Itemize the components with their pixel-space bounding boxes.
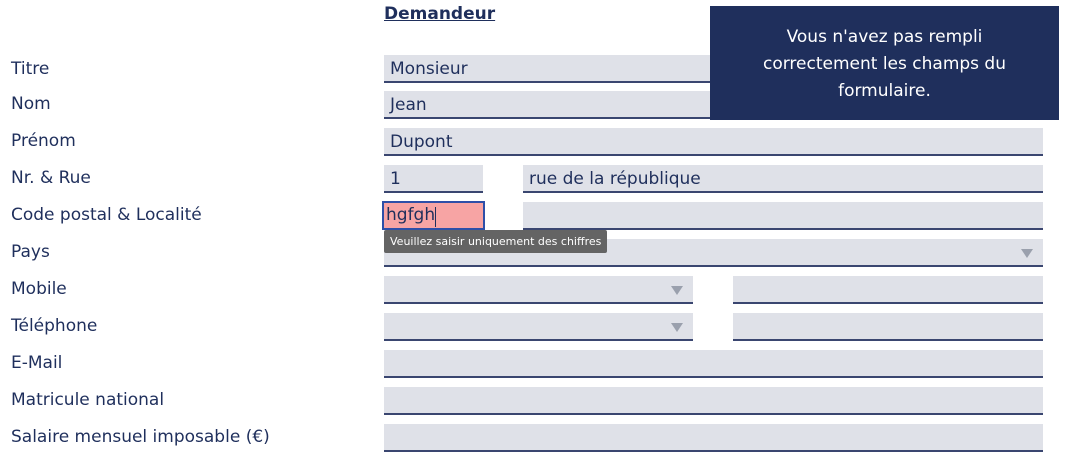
label-prenom: Prénom	[11, 131, 76, 151]
section-title: Demandeur	[384, 4, 496, 24]
label-titre: Titre	[11, 59, 50, 79]
localite-field[interactable]	[523, 202, 1043, 230]
validation-tooltip: Veuillez saisir uniquement des chiffres	[384, 230, 607, 253]
chevron-down-icon	[1021, 249, 1033, 258]
telephone-prefix-select[interactable]	[384, 313, 693, 341]
label-telephone: Téléphone	[11, 316, 98, 336]
rue-field[interactable]: rue de la république	[523, 165, 1043, 193]
mobile-prefix-select[interactable]	[384, 276, 693, 304]
code-postal-field[interactable]: hgfgh	[382, 201, 485, 230]
salaire-field[interactable]	[384, 424, 1043, 452]
label-mobile: Mobile	[11, 279, 67, 299]
label-rue: Nr. & Rue	[11, 168, 91, 188]
code-postal-value: hgfgh	[386, 205, 436, 225]
prenom-field[interactable]: Dupont	[384, 128, 1043, 156]
text-caret	[435, 207, 436, 227]
chevron-down-icon	[671, 323, 683, 332]
mobile-number-field[interactable]	[733, 276, 1043, 304]
label-code-postal: Code postal & Localité	[11, 205, 202, 225]
numero-field[interactable]: 1	[384, 165, 483, 193]
label-pays: Pays	[11, 242, 50, 262]
chevron-down-icon	[671, 286, 683, 295]
label-nom: Nom	[11, 94, 51, 114]
telephone-number-field[interactable]	[733, 313, 1043, 341]
email-field[interactable]	[384, 350, 1043, 378]
label-email: E-Mail	[11, 353, 63, 373]
matricule-field[interactable]	[384, 387, 1043, 415]
label-salaire: Salaire mensuel imposable (€)	[11, 427, 270, 447]
error-alert: Vous n'avez pas rempli correctement les …	[710, 6, 1059, 120]
label-matricule: Matricule national	[11, 390, 165, 410]
